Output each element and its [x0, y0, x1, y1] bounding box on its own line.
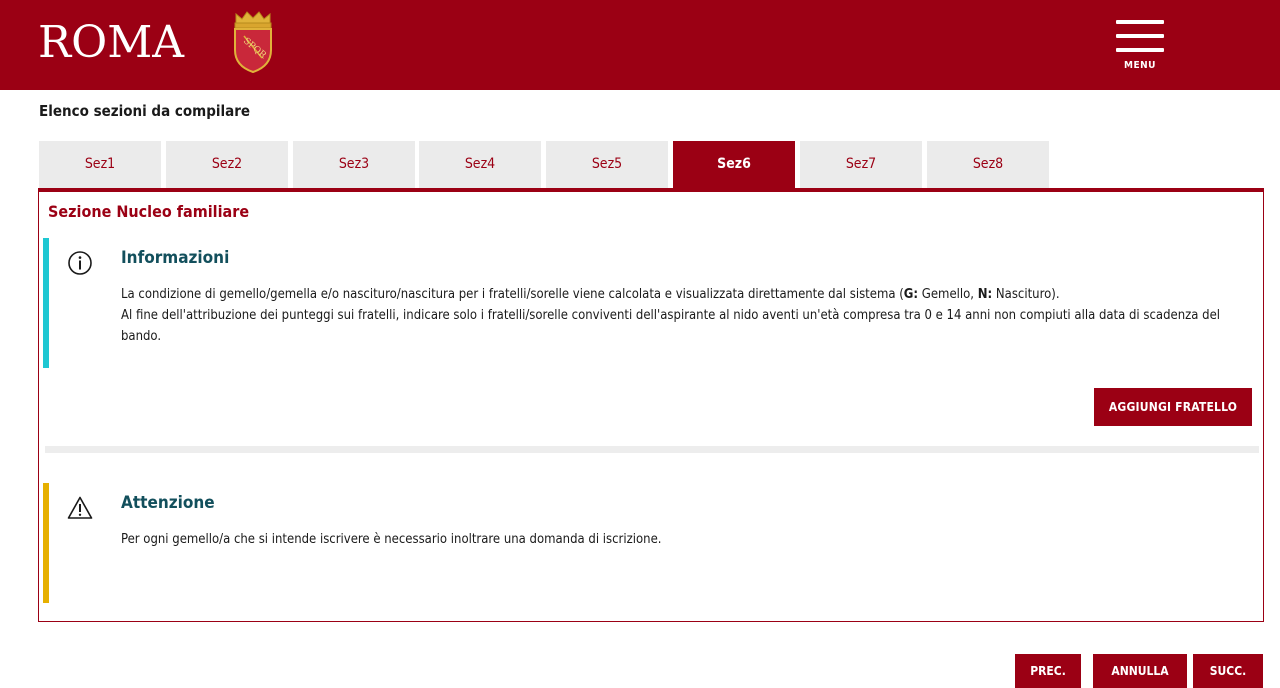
panel-title: Sezione Nucleo familiare	[48, 202, 250, 221]
tab-sez1[interactable]: Sez1	[39, 141, 161, 188]
warning-callout: Attenzione Per ogni gemello/a che si int…	[43, 483, 1259, 603]
tab-sez4[interactable]: Sez4	[419, 141, 541, 188]
section-panel: Sezione Nucleo familiare Informazioni La…	[38, 188, 1264, 622]
next-button[interactable]: SUCC.	[1193, 654, 1263, 688]
section-divider	[45, 446, 1259, 453]
tab-sez2[interactable]: Sez2	[166, 141, 288, 188]
warning-title: Attenzione	[121, 493, 215, 513]
roma-crest-icon: SPQR	[234, 11, 272, 74]
warning-text: Per ogni gemello/a che si intende iscriv…	[121, 532, 662, 547]
section-tabs: Sez1 Sez2 Sez3 Sez4 Sez5 Sez6 Sez7 Sez8	[39, 141, 1263, 188]
prev-button[interactable]: PREC.	[1015, 654, 1081, 688]
warning-icon	[67, 496, 93, 519]
menu-button[interactable]: MENU	[1108, 18, 1172, 74]
tab-sez6[interactable]: Sez6	[673, 141, 795, 188]
cancel-button[interactable]: ANNULLA	[1093, 654, 1187, 688]
tab-sez8[interactable]: Sez8	[927, 141, 1049, 188]
info-text: La condizione di gemello/gemella e/o nas…	[121, 284, 1251, 347]
info-line-1: La condizione di gemello/gemella e/o nas…	[121, 287, 1060, 302]
info-icon	[68, 251, 92, 275]
tab-sez5[interactable]: Sez5	[546, 141, 668, 188]
tab-sez3[interactable]: Sez3	[293, 141, 415, 188]
site-header: ROMA SPQR MENU	[0, 0, 1280, 90]
section-list-title: Elenco sezioni da compilare	[39, 102, 251, 120]
hamburger-icon	[1116, 20, 1164, 24]
info-callout: Informazioni La condizione di gemello/ge…	[43, 238, 1259, 368]
info-title: Informazioni	[121, 248, 230, 268]
tab-sez7[interactable]: Sez7	[800, 141, 922, 188]
info-line-2: Al fine dell'attribuzione dei punteggi s…	[121, 308, 1221, 344]
menu-label: MENU	[1124, 60, 1156, 71]
roma-logo[interactable]: ROMA	[38, 18, 184, 68]
add-sibling-button[interactable]: AGGIUNGI FRATELLO	[1094, 388, 1252, 426]
